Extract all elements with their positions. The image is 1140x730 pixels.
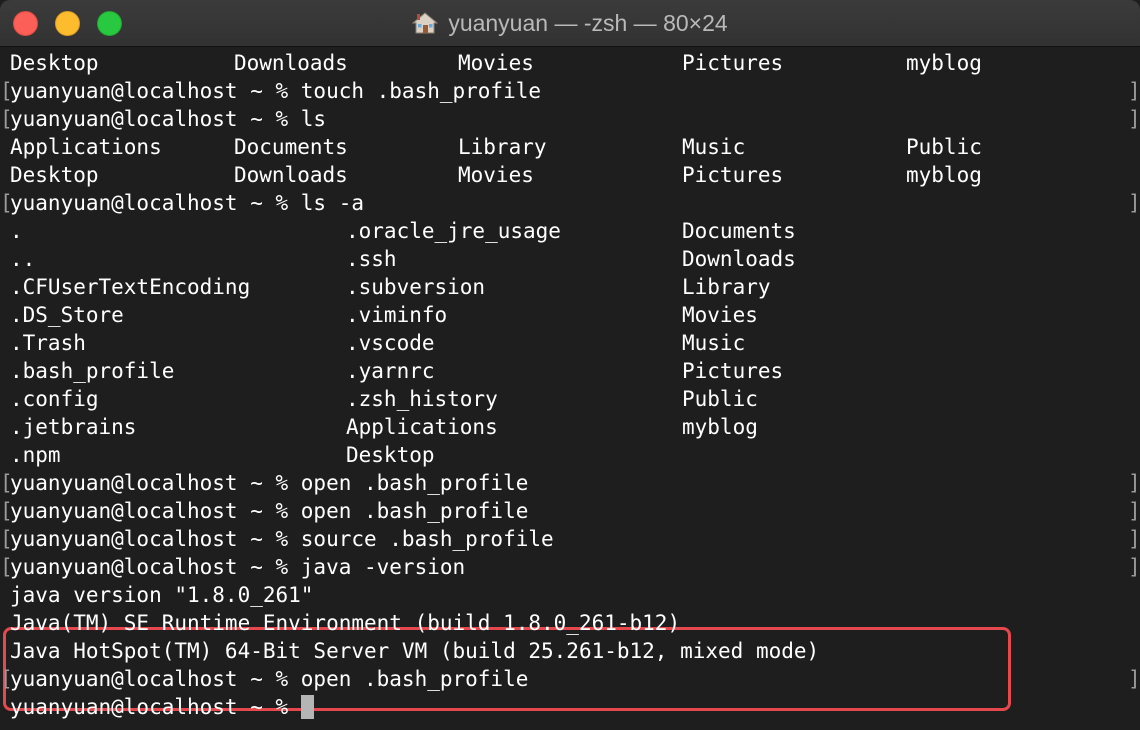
command-line: yuanyuan@localhost ~ % open .bash_profil… (10, 469, 528, 497)
listing-entry: Movies (682, 303, 758, 327)
output-text: Java HotSpot(TM) 64-Bit Server VM (build… (10, 639, 820, 663)
output-text: java version "1.8.0_261" (10, 583, 314, 607)
mark-bracket-left: [ (0, 107, 13, 131)
listing-entry: .npm (10, 443, 61, 467)
listing-entry: Public (906, 135, 982, 159)
mark-bracket-right: ] (1128, 471, 1140, 495)
mark-bracket-right: ] (1128, 79, 1140, 103)
listing-entry: .zsh_history (346, 387, 498, 411)
mark-bracket-left: [ (0, 667, 13, 691)
listing-entry: .vscode (346, 331, 435, 355)
title-container: yuanyuan — -zsh — 80×24 (0, 0, 1140, 46)
listing-entry: Documents (682, 219, 796, 243)
listing-entry: Downloads (234, 51, 348, 75)
mark-bracket-right: ] (1128, 667, 1140, 691)
mark-bracket-right: ] (1128, 499, 1140, 523)
listing-entry: .. (10, 247, 36, 271)
command-line: yuanyuan@localhost ~ % open .bash_profil… (10, 665, 528, 693)
listing-entry: Documents (234, 135, 348, 159)
mark-bracket-left: [ (0, 191, 13, 215)
listing-entry: Movies (458, 51, 534, 75)
title-bar[interactable]: yuanyuan — -zsh — 80×24 (0, 0, 1140, 47)
prompt-text: yuanyuan@localhost ~ % (10, 695, 301, 719)
listing-entry: Library (682, 275, 771, 299)
listing-entry: Applications (346, 415, 498, 439)
mark-bracket-left: [ (0, 499, 13, 523)
listing-entry: myblog (682, 415, 758, 439)
mark-bracket-right: ] (1128, 527, 1140, 551)
command-text: yuanyuan@localhost ~ % source .bash_prof… (10, 527, 554, 551)
listing-entry: Music (682, 135, 746, 159)
output-line: java version "1.8.0_261" (10, 581, 313, 609)
close-button[interactable] (13, 11, 38, 36)
terminal-window: yuanyuan — -zsh — 80×24 Desktop Downloads… (0, 0, 1140, 730)
listing-entry: .viminfo (346, 303, 448, 327)
listing-entry: .config (10, 387, 99, 411)
command-line: yuanyuan@localhost ~ % touch .bash_profi… (10, 77, 541, 105)
output-text: Java(TM) SE Runtime Environment (build 1… (10, 611, 681, 635)
mark-bracket-left: [ (0, 527, 13, 551)
command-text: yuanyuan@localhost ~ % ls (10, 107, 327, 131)
minimize-button[interactable] (55, 11, 80, 36)
command-text: yuanyuan@localhost ~ % java -version (10, 555, 466, 579)
listing-entry: Public (682, 387, 758, 411)
mark-bracket-right: ] (1128, 191, 1140, 215)
output-line: Java(TM) SE Runtime Environment (build 1… (10, 609, 680, 637)
listing-entry: Music (682, 331, 746, 355)
listing-entry: .yarnrc (346, 359, 435, 383)
zoom-button[interactable] (97, 11, 122, 36)
listing-entry: .bash_profile (10, 359, 175, 383)
listing-entry: Desktop (346, 443, 435, 467)
listing-entry: .subversion (346, 275, 486, 299)
output-line: Java HotSpot(TM) 64-Bit Server VM (build… (10, 637, 819, 665)
listing-entry: myblog (906, 51, 982, 75)
listing-entry: myblog (906, 163, 982, 187)
listing-entry: Downloads (682, 247, 796, 271)
command-text: yuanyuan@localhost ~ % open .bash_profil… (10, 667, 529, 691)
command-text: yuanyuan@localhost ~ % open .bash_profil… (10, 471, 529, 495)
listing-entry: Desktop (10, 163, 99, 187)
home-icon (411, 12, 439, 34)
listing-entry: .oracle_jre_usage (346, 219, 561, 243)
listing-entry: .ssh (346, 247, 397, 271)
listing-entry: .jetbrains (10, 415, 137, 439)
text-cursor (300, 695, 314, 719)
command-line: yuanyuan@localhost ~ % ls -a (10, 189, 364, 217)
window-title: yuanyuan — -zsh — 80×24 (448, 9, 728, 36)
current-prompt: yuanyuan@localhost ~ % (10, 693, 314, 721)
listing-entry: .CFUserTextEncoding (10, 275, 251, 299)
command-line: yuanyuan@localhost ~ % open .bash_profil… (10, 497, 528, 525)
command-line: yuanyuan@localhost ~ % source .bash_prof… (10, 525, 554, 553)
command-text: yuanyuan@localhost ~ % touch .bash_profi… (10, 79, 542, 103)
listing-entry: Downloads (234, 163, 348, 187)
mark-bracket-left: [ (0, 555, 13, 579)
listing-entry: Library (458, 135, 547, 159)
listing-entry: Desktop (10, 51, 99, 75)
command-line: yuanyuan@localhost ~ % ls (10, 105, 326, 133)
command-text: yuanyuan@localhost ~ % ls -a (10, 191, 365, 215)
listing-entry: Pictures (682, 359, 784, 383)
listing-entry: .Trash (10, 331, 86, 355)
mark-bracket-right: ] (1128, 555, 1140, 579)
mark-bracket-right: ] (1128, 107, 1140, 131)
terminal-content[interactable]: Desktop Downloads Movies Pictures myblog yuan… (0, 47, 1140, 730)
listing-entry: Pictures (682, 163, 784, 187)
listing-entry: Movies (458, 163, 534, 187)
listing-entry: .DS_Store (10, 303, 124, 327)
command-line: yuanyuan@localhost ~ % java -version (10, 553, 465, 581)
mark-bracket-left: [ (0, 471, 13, 495)
listing-entry: Applications (10, 135, 162, 159)
command-text: yuanyuan@localhost ~ % open .bash_profil… (10, 499, 529, 523)
listing-entry: . (10, 219, 23, 243)
listing-entry: Pictures (682, 51, 784, 75)
mark-bracket-left: [ (0, 79, 13, 103)
